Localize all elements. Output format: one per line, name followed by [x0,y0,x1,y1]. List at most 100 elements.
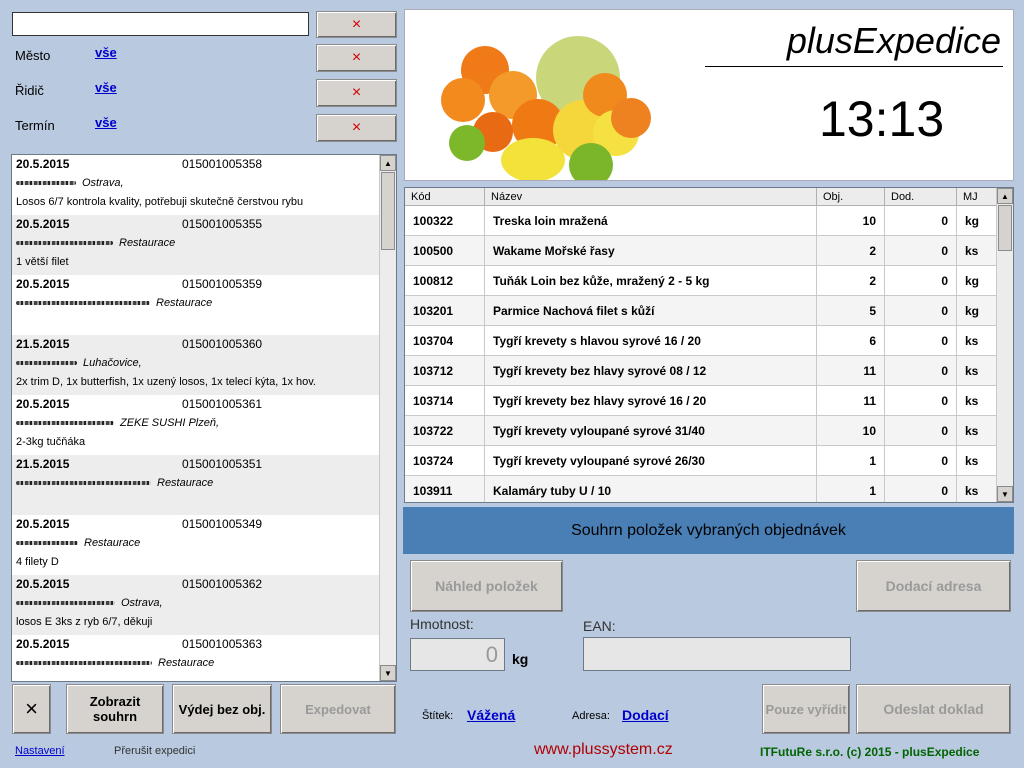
ean-input[interactable] [583,637,851,671]
order-customer: Luhačovice, [16,357,142,369]
weight-input[interactable]: 0 [410,638,505,671]
table-row[interactable]: 103722 Tygří krevety vyloupané syrové 31/… [405,416,997,446]
order-list-item[interactable]: 20.5.2015 015001005363 Restaurace [12,635,380,681]
order-customer-text: Restaurace [157,477,214,489]
item-delivered: 0 [885,476,957,502]
address-type-link[interactable]: Dodací [622,707,669,723]
order-list-item[interactable]: 20.5.2015 015001005359 Restaurace [12,275,380,335]
item-delivered: 0 [885,386,957,416]
interrupt-expedition-text[interactable]: Přerušit expedici [114,745,195,757]
item-name: Tygří krevety vyloupané syrové 26/30 [485,446,817,476]
item-ordered: 10 [817,416,885,446]
order-customer-text: Restaurace [119,237,176,249]
weight-unit: kg [512,651,529,667]
table-row[interactable]: 100812 Tuňák Loin bez kůže, mražený 2 - 5… [405,266,997,296]
item-name: Tygří krevety bez hlavy syrové 16 / 20 [485,386,817,416]
order-customer-text: Restaurace [156,297,213,309]
table-row[interactable]: 103911 Kalamáry tuby U / 10 1 0 ks [405,476,997,502]
order-customer-text: Ostrava, [121,597,163,609]
redacted-text [16,301,150,306]
item-delivered: 0 [885,326,957,356]
item-ordered: 2 [817,266,885,296]
table-row[interactable]: 100322 Treska loin mražená 10 0 kg [405,206,997,236]
item-name: Parmice Nachová filet s kůží [485,296,817,326]
order-list-item[interactable]: 20.5.2015 015001005361 ZEKE SUSHI Plzeň, 2-… [12,395,380,455]
only-process-button[interactable]: Pouze vyřídit [762,684,850,734]
delivery-address-button[interactable]: Dodací adresa [856,560,1011,612]
table-row[interactable]: 103201 Parmice Nachová filet s kůží 5 0 kg [405,296,997,326]
table-row[interactable]: 103724 Tygří krevety vyloupané syrové 26/… [405,446,997,476]
order-customer: Restaurace [16,657,214,669]
expedite-button[interactable]: Expedovat [280,684,396,734]
redacted-text [16,601,115,606]
scroll-thumb[interactable] [998,205,1012,251]
item-unit: ks [957,416,997,446]
order-number: 015001005360 [182,337,263,351]
col-unit-header[interactable]: MJ [957,188,997,206]
search-input[interactable] [12,12,309,36]
order-list-scrollbar[interactable]: ▲ ▼ [379,155,396,681]
filter-city-value[interactable]: vše [95,45,117,60]
summary-banner: Souhrn položek vybraných objednávek [403,507,1014,554]
preview-items-button[interactable]: Náhled položek [410,560,563,612]
item-name: Tuňák Loin bez kůže, mražený 2 - 5 kg [485,266,817,296]
clear-city-button[interactable]: × [316,44,397,72]
col-delivered-header[interactable]: Dod. [885,188,957,206]
table-row[interactable]: 103712 Tygří krevety bez hlavy syrové 08 … [405,356,997,386]
col-ordered-header[interactable]: Obj. [817,188,885,206]
order-list-item[interactable]: 20.5.2015 015001005349 Restaurace 4 filety … [12,515,380,575]
order-list-item[interactable]: 20.5.2015 015001005362 Ostrava, losos E 3ks… [12,575,380,635]
order-date: 21.5.2015 [16,337,70,351]
clear-term-button[interactable]: × [316,114,397,142]
filter-driver-value[interactable]: vše [95,80,117,95]
item-unit: kg [957,206,997,236]
order-note: losos E 3ks z ryb 6/7, děkuji [16,616,153,628]
issue-without-order-button[interactable]: Výdej bez obj. [172,684,272,734]
settings-link[interactable]: Nastavení [15,745,65,757]
filter-term-value[interactable]: vše [95,115,117,130]
item-code: 100500 [405,236,485,266]
item-ordered: 2 [817,236,885,266]
table-row[interactable]: 103714 Tygří krevety bez hlavy syrové 16 … [405,386,997,416]
show-summary-button[interactable]: Zobrazit souhrn [66,684,164,734]
clear-driver-button[interactable]: × [316,79,397,107]
scroll-down-icon[interactable]: ▼ [380,665,396,681]
scroll-up-icon[interactable]: ▲ [380,155,396,171]
order-list-item[interactable]: 20.5.2015 015001005358 Ostrava, Losos 6/7 k… [12,155,380,215]
item-unit: ks [957,446,997,476]
order-list[interactable]: 20.5.2015 015001005358 Ostrava, Losos 6/7 k… [11,154,397,682]
order-number: 015001005359 [182,277,263,291]
table-row[interactable]: 103704 Tygří krevety s hlavou syrové 16 /… [405,326,997,356]
label-type-link[interactable]: Vážená [467,707,515,723]
order-list-item[interactable]: 21.5.2015 015001005351 Restaurace [12,455,380,515]
item-ordered: 11 [817,356,885,386]
col-name-header[interactable]: Název [485,188,817,206]
item-code: 103712 [405,356,485,386]
ean-label: EAN: [583,618,616,634]
order-list-item[interactable]: 21.5.2015 015001005360 Luhačovice, 2x trim … [12,335,380,395]
order-list-item[interactable]: 20.5.2015 015001005355 Restaurace 1 větší f… [12,215,380,275]
item-delivered: 0 [885,266,957,296]
item-ordered: 1 [817,476,885,502]
app-title: plusExpedice [786,20,1001,61]
order-customer-text: ZEKE SUSHI Plzeň, [120,417,220,429]
scroll-thumb[interactable] [381,172,395,250]
item-delivered: 0 [885,236,957,266]
scroll-down-icon[interactable]: ▼ [997,486,1013,502]
item-unit: kg [957,266,997,296]
items-scrollbar[interactable]: ▲ ▼ [996,188,1013,502]
send-document-button[interactable]: Odeslat doklad [856,684,1011,734]
items-table[interactable]: Kód Název Obj. Dod. MJ 100322 Treska loin… [404,187,1014,503]
item-name: Wakame Mořské řasy [485,236,817,266]
order-customer: Ostrava, [16,177,124,189]
close-button[interactable]: × [12,684,51,734]
label-caption: Štítek: [422,710,454,722]
order-customer: Restaurace [16,297,212,309]
col-code-header[interactable]: Kód [405,188,485,206]
item-delivered: 0 [885,446,957,476]
order-number: 015001005351 [182,457,263,471]
table-row[interactable]: 100500 Wakame Mořské řasy 2 0 ks [405,236,997,266]
item-name: Kalamáry tuby U / 10 [485,476,817,502]
scroll-up-icon[interactable]: ▲ [997,188,1013,204]
clear-search-button[interactable]: × [316,11,397,38]
